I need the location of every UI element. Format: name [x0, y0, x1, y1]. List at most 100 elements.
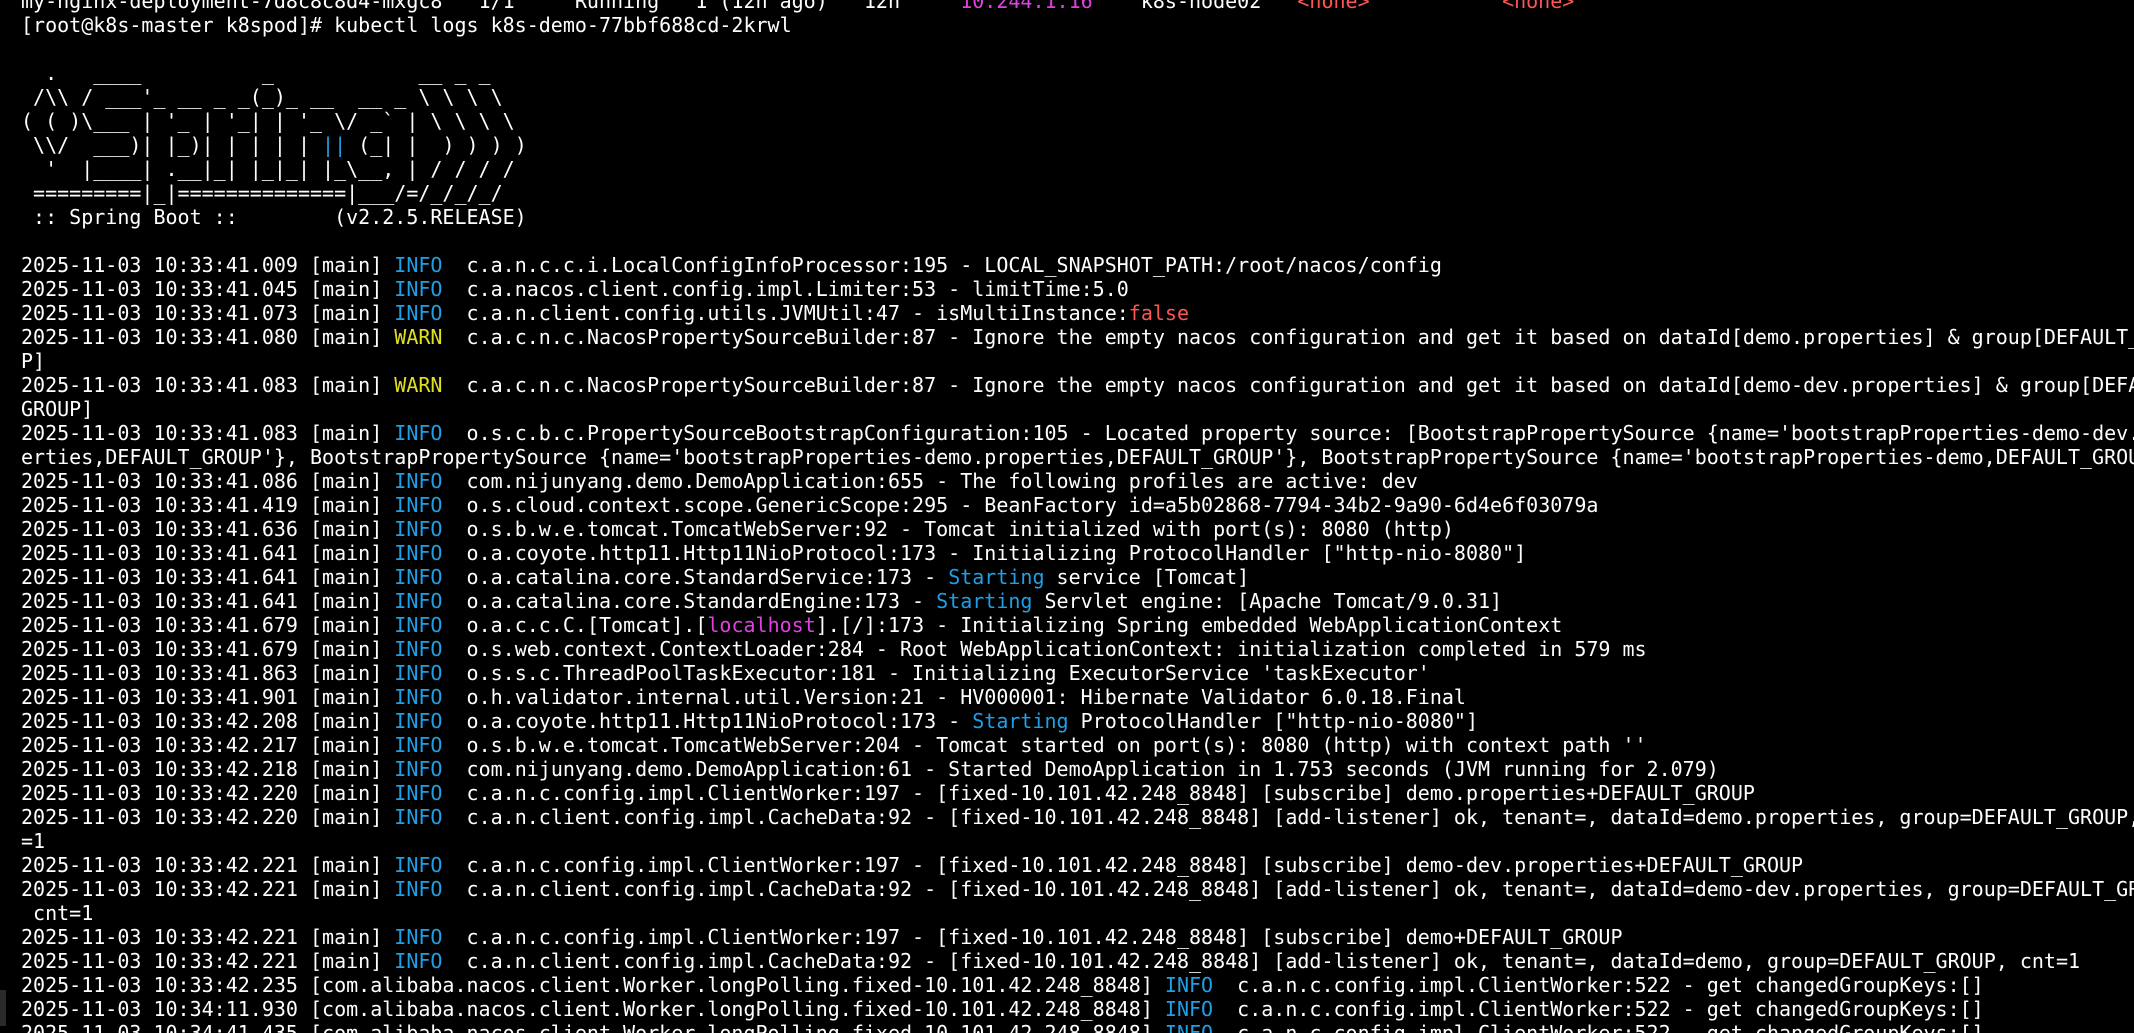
terminal-line: 2025-11-03 10:33:42.220 [main] INFO c.a.… [21, 805, 2134, 829]
terminal-line: 2025-11-03 10:34:11.930 [com.alibaba.nac… [21, 997, 2134, 1021]
terminal-line: 2025-11-03 10:33:41.636 [main] INFO o.s.… [21, 517, 2134, 541]
scrollbar-track[interactable] [0, 0, 10, 1033]
line-text: k8s-node02 [1092, 0, 1298, 13]
line-text: o.a.coyote.http11.Http11NioProtocol:173 … [454, 709, 973, 733]
terminal-output: my-nginx-deployment-7d8c8c8d4-mxgc8 1/1 … [21, 0, 2134, 1033]
terminal-line: ' |____| .__|_| |_|_| |_\__, | / / / / [21, 157, 2134, 181]
line-text: 2025-11-03 10:33:42.220 [main] [21, 805, 395, 829]
text-info: INFO [394, 637, 455, 661]
text-info: INFO [394, 709, 455, 733]
terminal-line: 2025-11-03 10:33:41.073 [main] INFO c.a.… [21, 301, 2134, 325]
text-warn: WARN [394, 373, 455, 397]
line-text: P] [21, 349, 46, 373]
line-text: 2025-11-03 10:33:41.045 [main] [21, 277, 395, 301]
line-text: o.s.b.w.e.tomcat.TomcatWebServer:204 - T… [454, 733, 1647, 757]
terminal-line: 2025-11-03 10:33:41.009 [main] INFO c.a.… [21, 253, 2134, 277]
line-text: =========|_|==============|___/=/_/_/_/ [21, 181, 503, 205]
terminal-line: 2025-11-03 10:34:41.435 [com.alibaba.nac… [21, 1021, 2134, 1033]
line-text: [root@k8s-master k8spod]# kubectl logs k… [21, 13, 792, 37]
line-text: 2025-11-03 10:33:41.679 [main] [21, 637, 395, 661]
line-text: 2025-11-03 10:33:42.220 [main] [21, 781, 395, 805]
text-top-cut-none: <none> [1297, 0, 1370, 13]
text-info: INFO [394, 685, 455, 709]
text-top-cut-ip: 10.244.1.16 [960, 0, 1093, 13]
text-false-value: false [1128, 301, 1190, 325]
text-info: INFO [394, 853, 455, 877]
terminal-line: 2025-11-03 10:33:41.080 [main] WARN c.a.… [21, 325, 2134, 349]
line-text: 2025-11-03 10:33:41.083 [main] [21, 373, 395, 397]
line-text: c.a.c.n.c.NacosPropertySourceBuilder:87 … [454, 325, 2134, 349]
terminal-line: 2025-11-03 10:33:41.641 [main] INFO o.a.… [21, 541, 2134, 565]
line-text: c.a.n.c.config.impl.ClientWorker:522 - g… [1225, 1021, 1984, 1033]
line-text: 2025-11-03 10:33:41.641 [main] [21, 589, 395, 613]
text-info: INFO [394, 541, 455, 565]
line-text: c.a.n.client.config.impl.CacheData:92 - … [454, 949, 2081, 973]
text-starting: Starting [948, 565, 1045, 589]
line-text: (_| | ) ) ) ) [346, 133, 527, 157]
text-info: INFO [394, 301, 455, 325]
line-text: :: Spring Boot :: (v2.2.5.RELEASE) [21, 205, 527, 229]
line-text: cnt=1 [21, 901, 94, 925]
line-text: 2025-11-03 10:33:41.863 [main] [21, 661, 395, 685]
terminal-line: GROUP] [21, 397, 2134, 421]
terminal-line: 2025-11-03 10:33:42.221 [main] INFO c.a.… [21, 949, 2134, 973]
text-info: INFO [394, 277, 455, 301]
line-text: o.s.cloud.context.scope.GenericScope:295… [454, 493, 1599, 517]
line-text: o.s.c.b.c.PropertySourceBootstrapConfigu… [454, 421, 2134, 445]
line-text: \\/ ___)| |_)| | | | | [21, 133, 323, 157]
text-info: INFO [394, 493, 455, 517]
terminal-line: =1 [21, 829, 2134, 853]
terminal-line: 2025-11-03 10:33:41.419 [main] INFO o.s.… [21, 493, 2134, 517]
line-text: my-nginx-deployment-7d8c8c8d4-mxgc8 1/1 … [21, 0, 961, 13]
line-text: c.a.c.n.c.NacosPropertySourceBuilder:87 … [454, 373, 2134, 397]
text-info: INFO [394, 253, 455, 277]
line-text: /\\ / ___'_ __ _ _(_)_ __ __ _ \ \ \ \ [21, 85, 503, 109]
line-text: ' |____| .__|_| |_|_| |_\__, | / / / / [21, 157, 515, 181]
line-text: 2025-11-03 10:33:41.083 [main] [21, 421, 395, 445]
terminal-line: 2025-11-03 10:33:41.086 [main] INFO com.… [21, 469, 2134, 493]
line-text: c.a.n.client.config.impl.CacheData:92 - … [454, 805, 2134, 829]
line-text [1370, 0, 1502, 13]
terminal-line: 2025-11-03 10:33:41.901 [main] INFO o.h.… [21, 685, 2134, 709]
line-text: 2025-11-03 10:33:41.641 [main] [21, 565, 395, 589]
text-info: INFO [1164, 973, 1226, 997]
terminal-line: 2025-11-03 10:33:41.679 [main] INFO o.s.… [21, 637, 2134, 661]
text-info: INFO [394, 661, 455, 685]
line-text: c.a.n.client.config.utils.JVMUtil:47 - i… [454, 301, 1129, 325]
line-text: 2025-11-03 10:33:42.217 [main] [21, 733, 395, 757]
line-text: 2025-11-03 10:33:41.419 [main] [21, 493, 395, 517]
terminal-line: [root@k8s-master k8spod]# kubectl logs k… [21, 13, 2134, 37]
terminal-line: 2025-11-03 10:33:42.208 [main] INFO o.a.… [21, 709, 2134, 733]
terminal-line: :: Spring Boot :: (v2.2.5.RELEASE) [21, 205, 2134, 229]
line-text: o.s.s.c.ThreadPoolTaskExecutor:181 - Ini… [454, 661, 1430, 685]
terminal-line: 2025-11-03 10:33:41.641 [main] INFO o.a.… [21, 565, 2134, 589]
line-text: . ____ _ __ _ _ [21, 61, 491, 85]
text-info: INFO [394, 877, 455, 901]
line-text: 2025-11-03 10:33:42.208 [main] [21, 709, 395, 733]
scrollbar-thumb[interactable] [0, 990, 6, 1026]
text-localhost: localhost [707, 613, 816, 637]
line-text: c.a.n.c.config.impl.ClientWorker:522 - g… [1225, 997, 1984, 1021]
terminal-line: erties,DEFAULT_GROUP'}, BootstrapPropert… [21, 445, 2134, 469]
terminal-line: =========|_|==============|___/=/_/_/_/ [21, 181, 2134, 205]
terminal-line: my-nginx-deployment-7d8c8c8d4-mxgc8 1/1 … [21, 0, 2134, 13]
terminal-window[interactable]: my-nginx-deployment-7d8c8c8d4-mxgc8 1/1 … [0, 0, 2134, 1033]
line-text: o.a.c.c.C.[Tomcat].[ [454, 613, 708, 637]
line-text: 2025-11-03 10:33:42.218 [main] [21, 757, 395, 781]
line-text: c.a.n.client.config.impl.CacheData:92 - … [454, 877, 2134, 901]
terminal-line: 2025-11-03 10:33:42.235 [com.alibaba.nac… [21, 973, 2134, 997]
line-text: 2025-11-03 10:33:42.221 [main] [21, 853, 395, 877]
line-text: 2025-11-03 10:33:41.641 [main] [21, 541, 395, 565]
text-info: INFO [394, 949, 455, 973]
line-text: GROUP] [21, 397, 94, 421]
line-text: o.a.coyote.http11.Http11NioProtocol:173 … [454, 541, 1527, 565]
line-text: c.a.n.c.config.impl.ClientWorker:197 - [… [454, 853, 1804, 877]
line-text: c.a.n.c.config.impl.ClientWorker:197 - [… [454, 925, 1623, 949]
text-info: INFO [1164, 997, 1226, 1021]
terminal-line: 2025-11-03 10:33:41.083 [main] WARN c.a.… [21, 373, 2134, 397]
text-info: INFO [394, 757, 455, 781]
line-text: com.nijunyang.demo.DemoApplication:61 - … [454, 757, 1719, 781]
line-text: 2025-11-03 10:33:41.009 [main] [21, 253, 395, 277]
